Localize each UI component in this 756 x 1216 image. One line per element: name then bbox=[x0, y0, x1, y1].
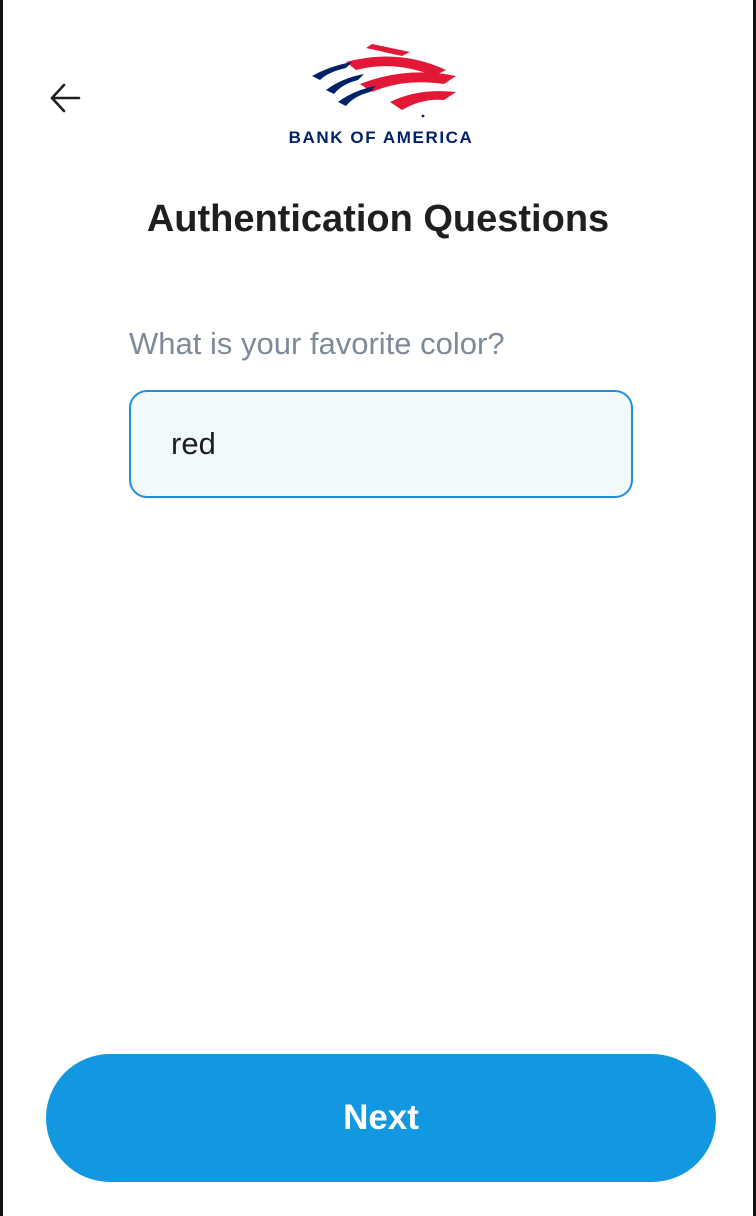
page-title: Authentication Questions bbox=[146, 198, 610, 240]
next-button[interactable]: Next bbox=[46, 1054, 716, 1182]
arrow-left-icon bbox=[48, 81, 82, 120]
flag-mark-icon bbox=[312, 44, 456, 118]
auth-questions-screen: BANK OF AMERICA Authentication Questions… bbox=[0, 0, 756, 1216]
security-question-label: What is your favorite color? bbox=[129, 326, 505, 361]
logo-wordmark: BANK OF AMERICA bbox=[288, 128, 474, 147]
bank-logo: BANK OF AMERICA bbox=[271, 40, 491, 160]
back-button[interactable] bbox=[43, 78, 87, 122]
security-answer-input[interactable] bbox=[129, 390, 633, 498]
